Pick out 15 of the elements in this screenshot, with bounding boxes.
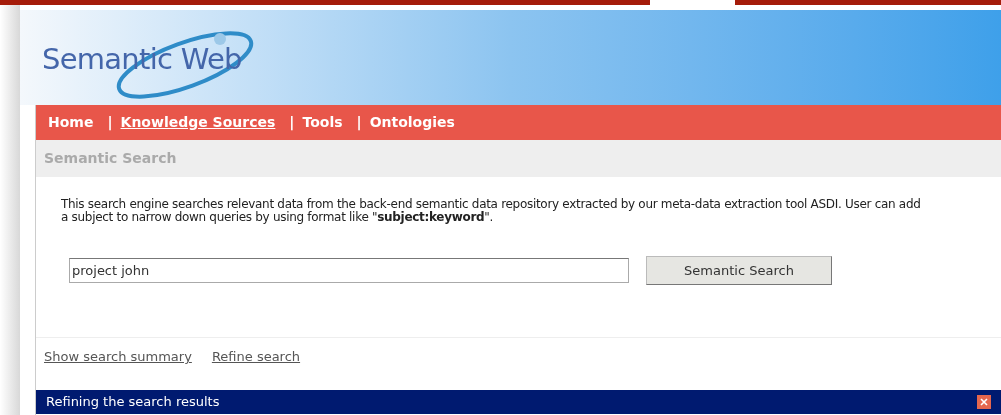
- nav-link[interactable]: Home: [48, 112, 94, 133]
- semantic-search-button[interactable]: Semantic Search: [646, 256, 832, 285]
- nav-link[interactable]: Tools: [302, 112, 343, 133]
- close-icon[interactable]: [977, 395, 991, 409]
- nav-separator: |: [289, 113, 295, 133]
- text-link[interactable]: Refine search: [211, 347, 301, 367]
- nav-separator: |: [356, 113, 362, 133]
- panel-title: Refining the search results: [46, 393, 220, 412]
- section-title: Semantic Search: [44, 149, 177, 168]
- description-text: This search engine searches relevant data from the back-end semantic data repository extracted by our meta-data extraction tool ASDI. User can add a subject to narrow down queries by using format like "subject:keyword".: [61, 198, 921, 224]
- text-link[interactable]: Show search summary: [44, 347, 192, 367]
- nav-link[interactable]: Knowledge Sources: [120, 112, 276, 133]
- nav-separator: |: [107, 113, 113, 133]
- search-field[interactable]: project john: [69, 258, 629, 283]
- nav-link[interactable]: Ontologies: [369, 112, 455, 133]
